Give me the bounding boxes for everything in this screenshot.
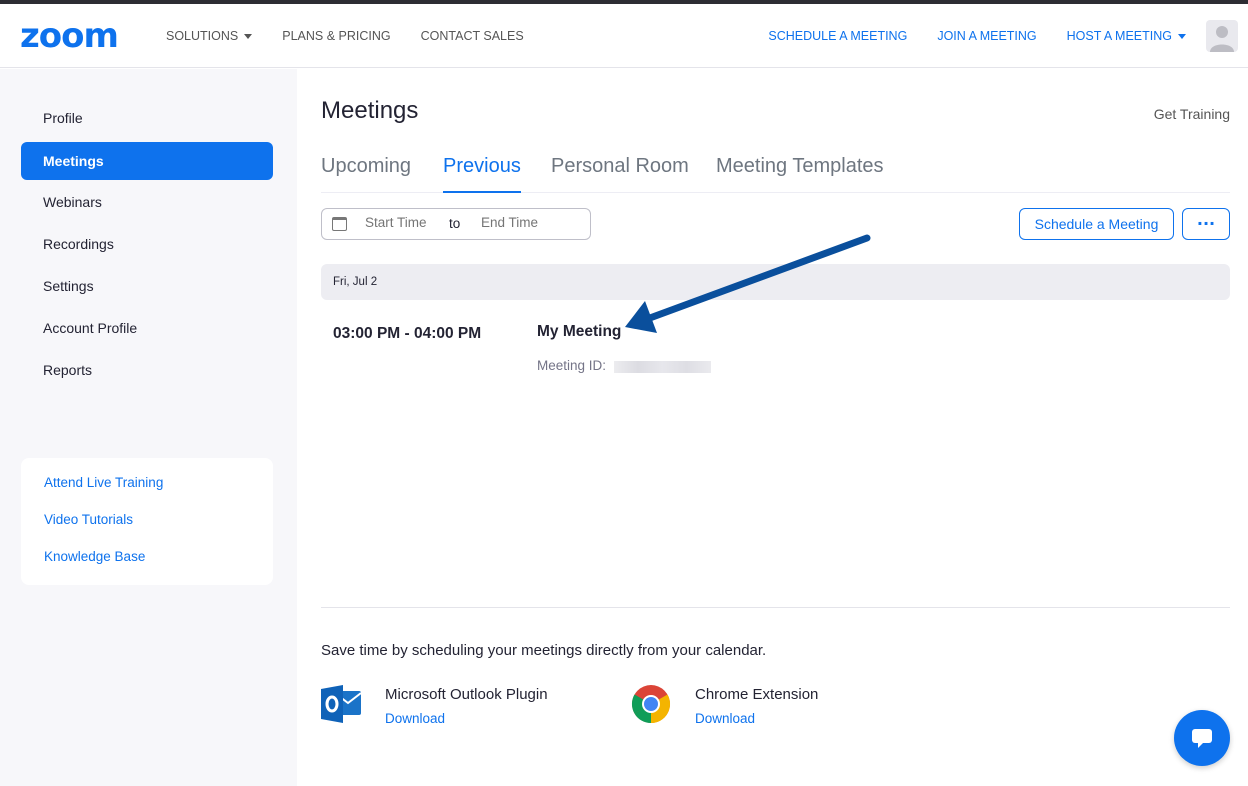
nav-join-meeting[interactable]: JOIN A MEETING	[937, 29, 1036, 43]
more-options-button[interactable]: ···	[1182, 208, 1230, 240]
sidebar: Profile Meetings Webinars Recordings Set…	[0, 69, 297, 786]
tab-previous[interactable]: Previous	[443, 155, 521, 193]
video-tutorials-link[interactable]: Video Tutorials	[44, 512, 133, 527]
chrome-extension-title: Chrome Extension	[695, 686, 819, 703]
nav-host-meeting-label: HOST A MEETING	[1066, 29, 1172, 43]
calendar-promo-text: Save time by scheduling your meetings di…	[321, 642, 767, 659]
chrome-download-link[interactable]: Download	[695, 711, 755, 726]
meeting-id-redacted	[614, 361, 711, 373]
sidebar-item-account-profile[interactable]: Account Profile	[21, 309, 273, 347]
outlook-icon	[321, 685, 361, 723]
zoom-logo[interactable]: zoom	[20, 16, 119, 56]
nav-plans-pricing[interactable]: PLANS & PRICING	[282, 29, 390, 43]
tab-personal-room[interactable]: Personal Room	[551, 155, 689, 193]
schedule-meeting-button[interactable]: Schedule a Meeting	[1019, 208, 1174, 240]
meeting-id-label: Meeting ID:	[537, 358, 607, 373]
nav-solutions[interactable]: SOLUTIONS	[166, 29, 253, 43]
help-links-card: Attend Live Training Video Tutorials Kno…	[21, 458, 273, 585]
nav-left-group: SOLUTIONS PLANS & PRICING CONTACT SALES	[166, 4, 554, 68]
nav-schedule-meeting[interactable]: SCHEDULE A MEETING	[768, 29, 907, 43]
chevron-down-icon	[244, 33, 253, 39]
tab-meeting-templates[interactable]: Meeting Templates	[716, 155, 884, 193]
meeting-tabs: Upcoming Previous Personal Room Meeting …	[321, 151, 1230, 193]
sidebar-item-meetings[interactable]: Meetings	[21, 142, 273, 180]
chevron-down-icon	[1178, 33, 1186, 39]
calendar-icon	[332, 217, 347, 231]
date-range-filter: to	[321, 208, 591, 240]
outlook-download-link[interactable]: Download	[385, 711, 445, 726]
nav-join-meeting-label: JOIN A MEETING	[937, 29, 1037, 43]
page-title: Meetings	[321, 97, 419, 124]
nav-schedule-meeting-label: SCHEDULE A MEETING	[768, 29, 908, 43]
nav-right-group: SCHEDULE A MEETING JOIN A MEETING HOST A…	[738, 4, 1248, 68]
sidebar-item-reports[interactable]: Reports	[21, 351, 273, 389]
section-divider	[321, 607, 1230, 608]
date-range-to-label: to	[449, 216, 461, 231]
meeting-time-range: 03:00 PM - 04:00 PM	[333, 325, 482, 342]
attend-live-training-link[interactable]: Attend Live Training	[44, 475, 163, 490]
chat-support-button[interactable]	[1174, 710, 1230, 766]
user-avatar-icon[interactable]	[1206, 20, 1238, 52]
chat-bubble-icon	[1192, 729, 1212, 748]
chrome-icon	[631, 685, 671, 724]
nav-contact-sales[interactable]: CONTACT SALES	[421, 29, 524, 43]
sidebar-item-recordings[interactable]: Recordings	[21, 225, 273, 263]
tab-upcoming[interactable]: Upcoming	[321, 155, 411, 193]
annotation-arrow-icon	[625, 234, 871, 333]
nav-plans-pricing-label: PLANS & PRICING	[282, 29, 391, 43]
nav-contact-sales-label: CONTACT SALES	[420, 29, 524, 43]
end-time-input[interactable]	[481, 215, 561, 230]
knowledge-base-link[interactable]: Knowledge Base	[44, 549, 145, 564]
meeting-title-link[interactable]: My Meeting	[537, 323, 621, 341]
sidebar-item-webinars[interactable]: Webinars	[21, 183, 273, 221]
sidebar-item-profile[interactable]: Profile	[21, 99, 273, 137]
nav-host-meeting[interactable]: HOST A MEETING	[1067, 29, 1186, 43]
start-time-input[interactable]	[365, 215, 445, 230]
outlook-plugin-title: Microsoft Outlook Plugin	[385, 686, 548, 703]
main-content: Meetings Get Training Upcoming Previous …	[297, 69, 1248, 786]
sidebar-item-settings[interactable]: Settings	[21, 267, 273, 305]
get-training-link[interactable]: Get Training	[1154, 106, 1230, 122]
nav-solutions-label: SOLUTIONS	[166, 29, 239, 43]
top-navbar: zoom SOLUTIONS PLANS & PRICING CONTACT S…	[0, 4, 1248, 68]
